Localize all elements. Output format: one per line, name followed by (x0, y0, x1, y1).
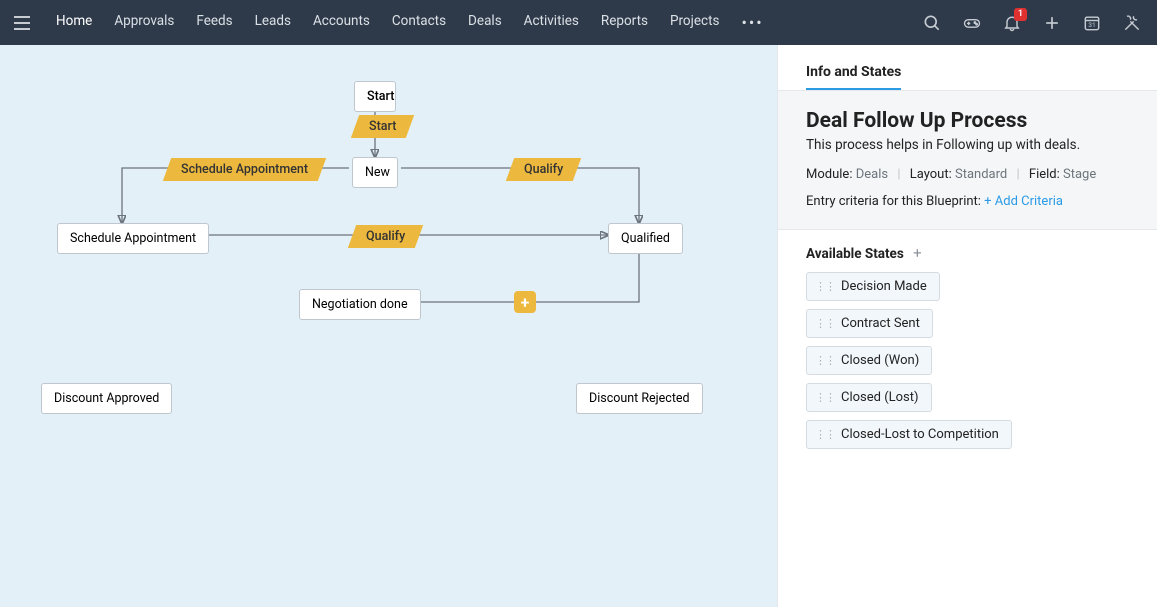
tools-icon[interactable] (1121, 12, 1143, 34)
drag-handle-icon: ⋮⋮ (815, 428, 835, 441)
search-icon[interactable] (921, 12, 943, 34)
drag-handle-icon: ⋮⋮ (815, 354, 835, 367)
nav-items: Home Approvals Feeds Leads Accounts Cont… (56, 13, 921, 32)
nav-item-reports[interactable]: Reports (601, 13, 648, 32)
gamepad-icon[interactable] (961, 12, 983, 34)
panel-tab-bar: Info and States (778, 45, 1157, 91)
calendar-icon[interactable]: 31 (1081, 12, 1103, 34)
nav-right: 1 31 (921, 12, 1143, 34)
state-chip-decision-made[interactable]: ⋮⋮ Decision Made (806, 272, 940, 301)
nav-item-activities[interactable]: Activities (524, 13, 579, 32)
nav-item-approvals[interactable]: Approvals (114, 13, 174, 32)
state-chip-label: Contract Sent (841, 316, 920, 331)
layout-value: Standard (955, 167, 1007, 182)
nav-item-home[interactable]: Home (56, 13, 92, 32)
state-chip-label: Decision Made (841, 279, 927, 294)
state-chip-closed-lost-competition[interactable]: ⋮⋮ Closed-Lost to Competition (806, 420, 1012, 449)
notification-badge: 1 (1014, 8, 1027, 21)
top-nav: Home Approvals Feeds Leads Accounts Cont… (0, 0, 1157, 45)
hamburger-menu-icon[interactable] (14, 11, 38, 35)
blueprint-meta: Module: Deals | Layout: Standard | Field… (806, 167, 1129, 182)
blueprint-title: Deal Follow Up Process (806, 109, 1129, 133)
add-state-button[interactable]: + (913, 244, 922, 262)
nav-more-icon[interactable]: ••• (741, 13, 763, 32)
nav-item-accounts[interactable]: Accounts (313, 13, 370, 32)
panel-header: Deal Follow Up Process This process help… (778, 91, 1157, 230)
drag-handle-icon: ⋮⋮ (815, 317, 835, 330)
node-new[interactable]: New (352, 157, 398, 188)
node-start[interactable]: Start (354, 81, 396, 112)
nav-item-leads[interactable]: Leads (255, 13, 291, 32)
field-value: Stage (1063, 167, 1096, 182)
add-transition-button[interactable]: + (514, 291, 536, 313)
main-area: Start Start New Schedule Appointment Qua… (0, 45, 1157, 607)
blueprint-canvas[interactable]: Start Start New Schedule Appointment Qua… (0, 45, 777, 607)
nav-item-feeds[interactable]: Feeds (196, 13, 232, 32)
layout-label: Layout: (910, 167, 952, 182)
drag-handle-icon: ⋮⋮ (815, 391, 835, 404)
transition-start[interactable]: Start (351, 115, 415, 138)
node-discount-rejected[interactable]: Discount Rejected (576, 383, 703, 414)
sidebar-panel: Info and States Deal Follow Up Process T… (777, 45, 1157, 607)
transition-schedule-appointment-label: Schedule Appointment (181, 162, 308, 177)
entry-criteria-row: Entry criteria for this Blueprint: + Add… (806, 194, 1129, 209)
node-schedule-appointment[interactable]: Schedule Appointment (57, 223, 209, 254)
available-states-section: Available States + ⋮⋮ Decision Made ⋮⋮ Con… (778, 230, 1157, 471)
transition-qualify-1-label: Qualify (524, 162, 563, 177)
add-criteria-link[interactable]: + Add Criteria (984, 194, 1063, 209)
node-qualified[interactable]: Qualified (608, 223, 683, 254)
tab-info-states[interactable]: Info and States (806, 64, 901, 91)
blueprint-description: This process helps in Following up with … (806, 137, 1129, 153)
node-discount-approved[interactable]: Discount Approved (41, 383, 172, 414)
state-chip-closed-won[interactable]: ⋮⋮ Closed (Won) (806, 346, 932, 375)
available-states-label: Available States (806, 246, 904, 262)
nav-item-deals[interactable]: Deals (468, 13, 502, 32)
transition-qualify-1[interactable]: Qualify (506, 158, 582, 181)
available-states-header: Available States + (806, 244, 1129, 262)
svg-text:31: 31 (1088, 21, 1095, 29)
entry-criteria-label: Entry criteria for this Blueprint: (806, 194, 981, 209)
state-chip-label: Closed-Lost to Competition (841, 427, 999, 442)
transition-qualify-2[interactable]: Qualify (348, 225, 424, 248)
nav-item-contacts[interactable]: Contacts (392, 13, 446, 32)
field-label: Field: (1029, 167, 1060, 182)
bell-icon[interactable]: 1 (1001, 12, 1023, 34)
state-chip-label: Closed (Won) (841, 353, 919, 368)
plus-icon[interactable] (1041, 12, 1063, 34)
node-negotiation-done[interactable]: Negotiation done (299, 289, 421, 320)
state-chip-label: Closed (Lost) (841, 390, 919, 405)
module-value: Deals (856, 167, 888, 182)
transition-schedule-appointment[interactable]: Schedule Appointment (163, 158, 326, 181)
state-chip-closed-lost[interactable]: ⋮⋮ Closed (Lost) (806, 383, 932, 412)
state-chip-contract-sent[interactable]: ⋮⋮ Contract Sent (806, 309, 933, 338)
nav-item-projects[interactable]: Projects (670, 13, 720, 32)
transition-start-label: Start (369, 119, 396, 134)
module-label: Module: (806, 167, 852, 182)
transition-qualify-2-label: Qualify (366, 229, 405, 244)
drag-handle-icon: ⋮⋮ (815, 280, 835, 293)
